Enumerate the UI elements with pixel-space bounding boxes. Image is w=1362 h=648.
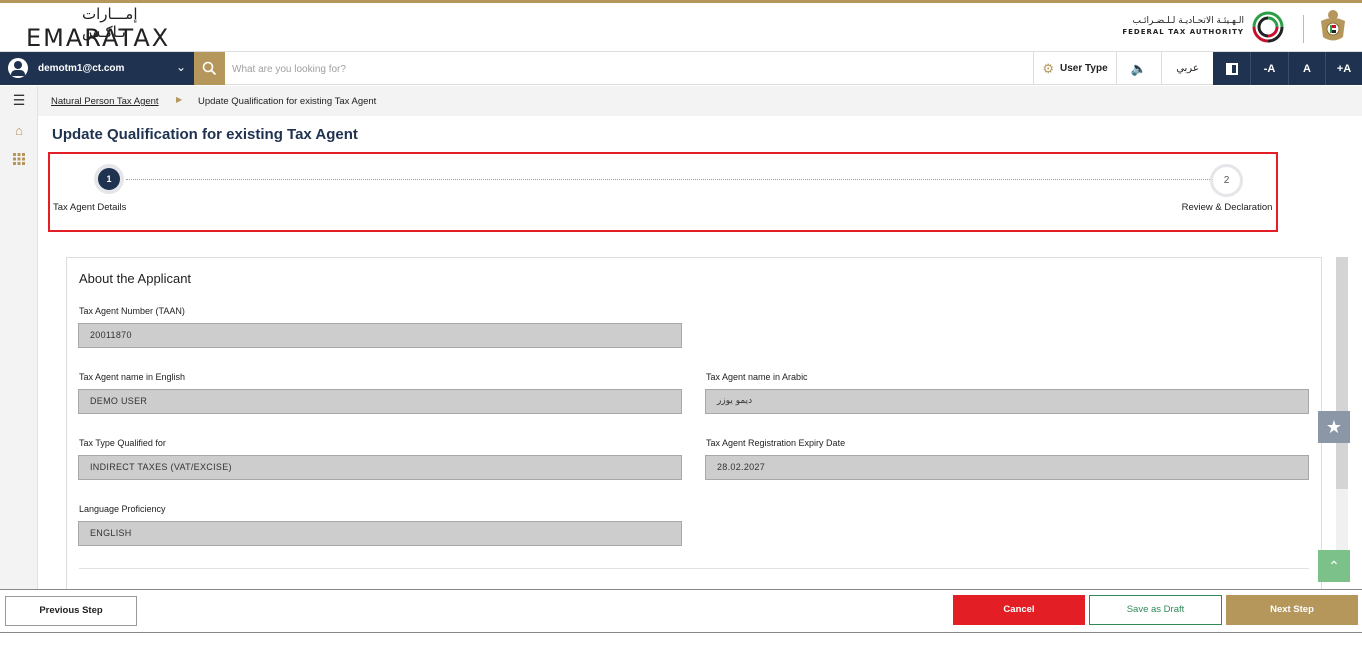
fta-mark-icon — [1252, 11, 1284, 43]
taan-field[interactable]: 20011870 — [78, 323, 682, 348]
previous-step-button[interactable]: Previous Step — [5, 596, 137, 626]
step-1-number: 1 — [98, 168, 120, 190]
font-decrease-button[interactable]: -A — [1250, 52, 1288, 85]
header-divider — [1303, 15, 1304, 43]
search-input[interactable] — [232, 58, 732, 80]
fta-english: FEDERAL TAX AUTHORITY — [1122, 28, 1244, 36]
user-type-label: User Type — [1060, 63, 1108, 74]
progress-stepper: 1 Tax Agent Details 2 Review & Declarati… — [48, 152, 1278, 232]
gear-icon: ⚙ — [1042, 60, 1055, 76]
top-toolbar: demotm1@ct.com ⌄ ⚙ User Type 🔈 عربي -A A… — [0, 51, 1362, 85]
breadcrumb: Natural Person Tax Agent ▶ Update Qualif… — [38, 86, 1362, 116]
name-ar-label: Tax Agent name in Arabic — [706, 372, 808, 382]
favorite-button[interactable]: ★ — [1318, 411, 1350, 443]
breadcrumb-arrow-icon: ▶ — [176, 95, 183, 104]
name-ar-field[interactable]: ديمو يوزر — [705, 389, 1309, 414]
contrast-button[interactable] — [1213, 52, 1250, 85]
next-step-button[interactable]: Next Step — [1226, 595, 1358, 625]
scroll-top-button[interactable]: ⌃ — [1318, 550, 1350, 582]
tax-type-label: Tax Type Qualified for — [79, 438, 166, 448]
action-footer: Previous Step Cancel Save as Draft Next … — [0, 589, 1362, 633]
step-1-label: Tax Agent Details — [53, 202, 127, 213]
language-toggle[interactable]: عربي — [1161, 52, 1213, 85]
page-title: Update Qualification for existing Tax Ag… — [52, 126, 358, 143]
language-field[interactable]: ENGLISH — [78, 521, 682, 546]
speaker-icon: 🔈 — [1130, 60, 1148, 76]
chevron-down-icon: ⌄ — [176, 60, 187, 74]
site-header: إمـــارات تـاكـس EMARATAX الـهـيئـة الات… — [0, 3, 1362, 52]
step-2-label: Review & Declaration — [1181, 202, 1273, 213]
search-icon — [202, 61, 217, 76]
applicant-card: About the Applicant Tax Agent Number (TA… — [66, 257, 1322, 597]
scroll-top-icon: ⌃ — [1328, 558, 1340, 574]
star-icon: ★ — [1325, 417, 1343, 437]
fta-arabic: الـهـيئـة الاتحـاديـة لـلـضـرائـب — [1132, 16, 1244, 26]
language-label: Language Proficiency — [79, 504, 166, 514]
stepper-connector — [126, 179, 1210, 180]
user-email: demotm1@ct.com — [38, 63, 125, 74]
cancel-button[interactable]: Cancel — [953, 595, 1085, 625]
name-en-field[interactable]: DEMO USER — [78, 389, 682, 414]
section-title: About the Applicant — [79, 271, 192, 286]
side-rail: ☰ ⌂ — [0, 86, 38, 590]
fta-logo: الـهـيئـة الاتحـاديـة لـلـضـرائـب FEDERA… — [1112, 7, 1292, 47]
font-normal-button[interactable]: A — [1288, 52, 1325, 85]
speaker-button[interactable]: 🔈 — [1116, 52, 1161, 85]
tax-type-field[interactable]: INDIRECT TAXES (VAT/EXCISE) — [78, 455, 682, 480]
expiry-date-label: Tax Agent Registration Expiry Date — [706, 438, 846, 448]
brand-english: EMARATAX — [26, 24, 171, 52]
user-icon — [8, 58, 28, 78]
breadcrumb-parent-link[interactable]: Natural Person Tax Agent — [51, 96, 159, 107]
contrast-icon — [1225, 62, 1238, 75]
home-icon[interactable]: ⌂ — [0, 123, 38, 138]
user-type-button[interactable]: ⚙ User Type — [1033, 52, 1116, 85]
section-divider — [79, 568, 1309, 569]
search-button[interactable] — [194, 52, 225, 85]
grid-icon[interactable] — [0, 153, 38, 168]
expiry-date-field[interactable]: 28.02.2027 — [705, 455, 1309, 480]
scrollbar-thumb[interactable] — [1336, 257, 1348, 489]
save-draft-button[interactable]: Save as Draft — [1089, 595, 1222, 625]
step-1-indicator[interactable]: 1 — [94, 164, 124, 194]
taan-label: Tax Agent Number (TAAN) — [79, 306, 185, 316]
user-menu[interactable]: demotm1@ct.com ⌄ — [0, 52, 194, 85]
uae-emblem-icon — [1321, 10, 1345, 41]
step-2-indicator[interactable]: 2 — [1210, 164, 1243, 197]
menu-icon[interactable]: ☰ — [0, 92, 38, 109]
name-en-label: Tax Agent name in English — [79, 372, 186, 382]
breadcrumb-current: Update Qualification for existing Tax Ag… — [198, 96, 377, 107]
font-increase-button[interactable]: +A — [1325, 52, 1362, 85]
emaratax-logo[interactable]: إمـــارات تـاكـس EMARATAX — [26, 5, 186, 52]
